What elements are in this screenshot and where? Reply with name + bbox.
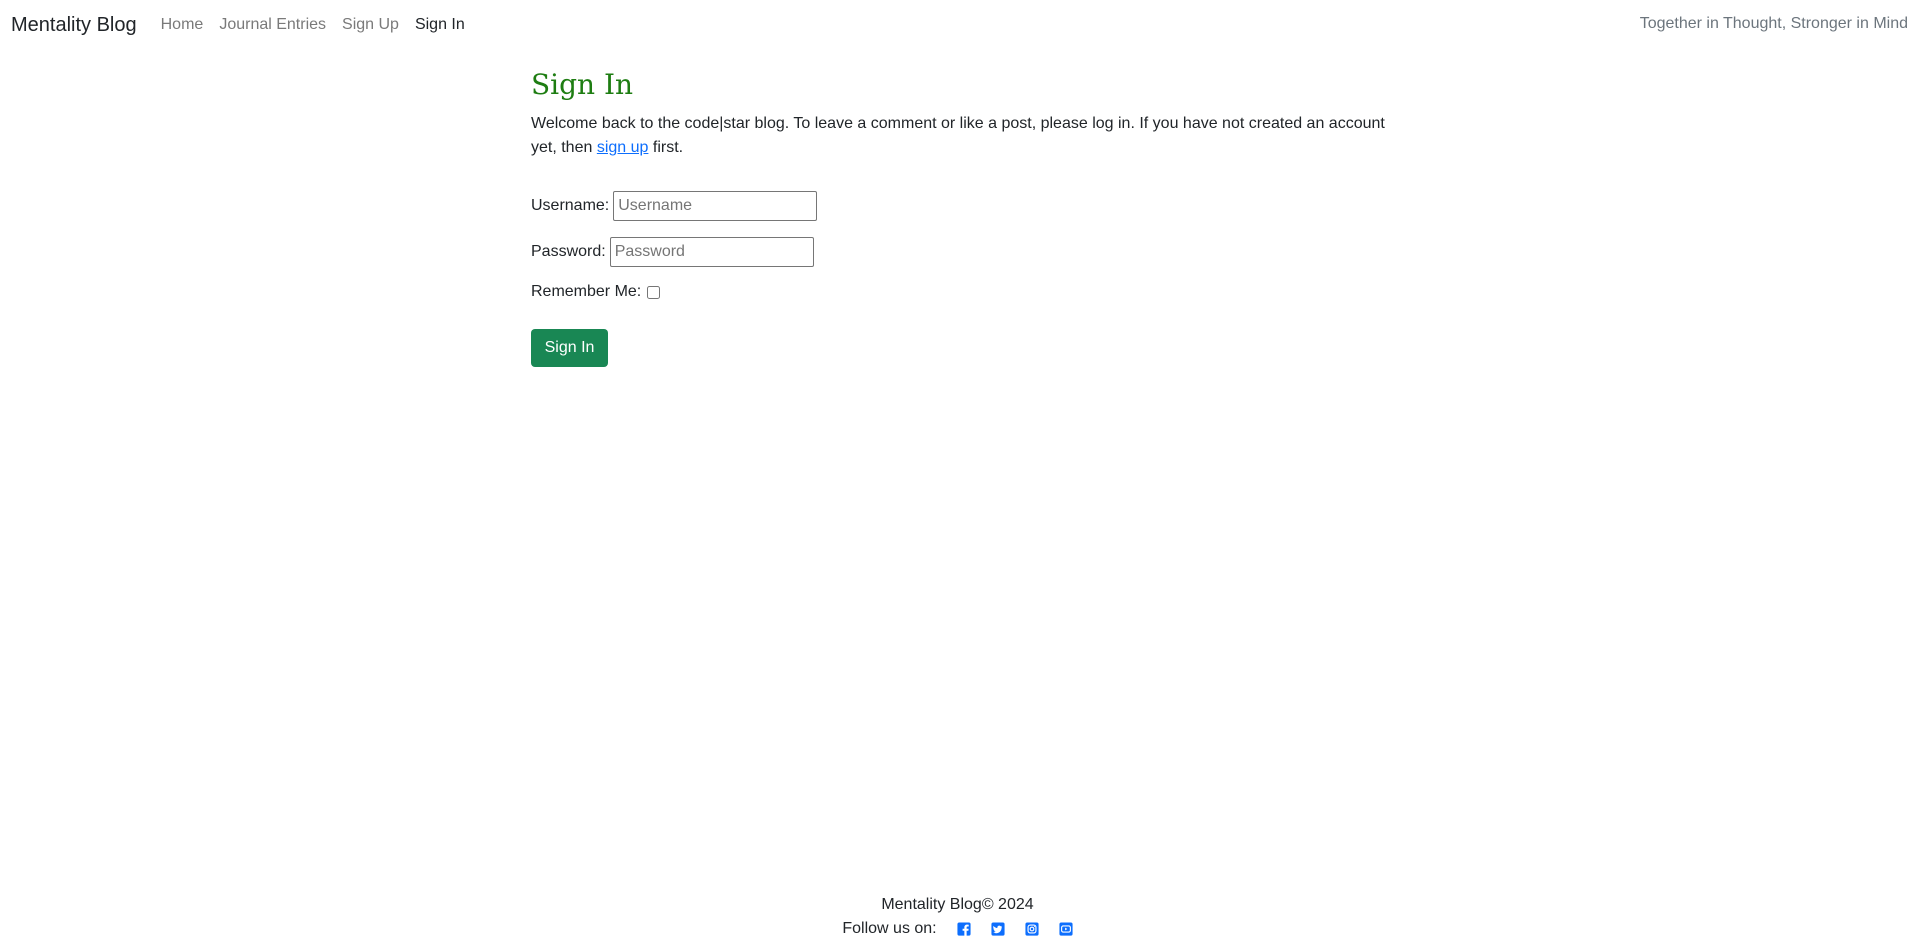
username-label: Username: — [531, 197, 610, 214]
main-content: Sign In Welcome back to the code|star bl… — [531, 68, 1411, 367]
password-row: Password: — [531, 237, 1411, 267]
navbar: Mentality Blog Home Journal Entries Sign… — [0, 0, 1915, 50]
nav-links: Home Journal Entries Sign Up Sign In — [161, 16, 481, 34]
instagram-icon[interactable] — [1025, 922, 1039, 936]
follow-row: Follow us on: — [842, 917, 1073, 941]
brand-link[interactable]: Mentality Blog — [11, 14, 137, 37]
remember-label: Remember Me: — [531, 283, 642, 300]
sign-in-button[interactable]: Sign In — [531, 329, 608, 367]
intro-text-end: first. — [648, 139, 684, 156]
remember-row: Remember Me: — [531, 283, 1411, 301]
username-row: Username: — [531, 191, 1411, 221]
facebook-icon[interactable] — [957, 922, 971, 936]
twitter-icon[interactable] — [991, 922, 1005, 936]
youtube-icon[interactable] — [1059, 922, 1073, 936]
nav-home[interactable]: Home — [161, 16, 204, 34]
password-input[interactable] — [609, 237, 814, 267]
page-title: Sign In — [531, 68, 634, 101]
intro-text: Welcome back to the code|star blog. To l… — [531, 112, 1411, 160]
footer: Mentality Blog© 2024 Follow us on: — [0, 893, 1915, 941]
nav-journal-entries[interactable]: Journal Entries — [219, 16, 326, 34]
follow-label: Follow us on: — [842, 920, 937, 937]
username-input[interactable] — [613, 191, 818, 221]
nav-sign-in[interactable]: Sign In — [415, 16, 465, 34]
footer-copyright: Mentality Blog© 2024 — [881, 896, 1034, 913]
password-label: Password: — [531, 243, 606, 260]
remember-checkbox[interactable] — [647, 285, 661, 299]
sign-in-form: Username: Password: Remember Me: Sign In — [531, 191, 1411, 367]
sign-up-link[interactable]: sign up — [597, 139, 649, 156]
tagline: Together in Thought, Stronger in Mind — [1639, 15, 1908, 32]
nav-sign-up[interactable]: Sign Up — [342, 16, 399, 34]
